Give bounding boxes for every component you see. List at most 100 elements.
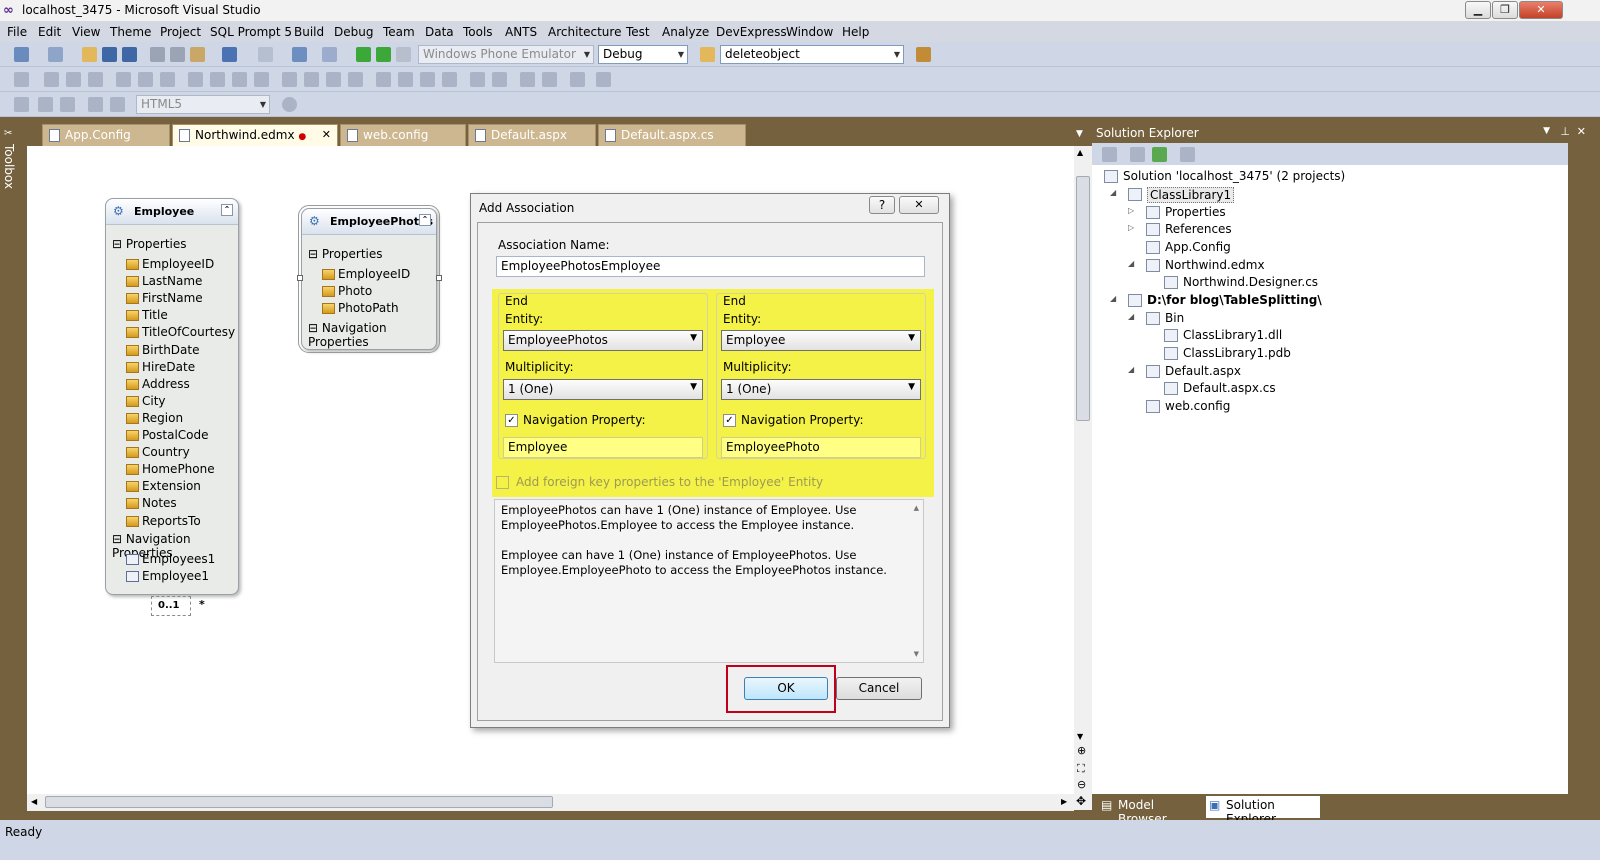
menu-data[interactable]: Data [425,25,454,39]
entity-property[interactable]: HireDate [142,360,195,374]
align-left-icon[interactable] [44,72,59,87]
entity-property[interactable]: Address [142,377,190,391]
scroll-right-icon[interactable]: ▶ [1061,797,1067,806]
ok-button[interactable]: OK [744,677,828,700]
toolbox-tab[interactable]: Toolbox [2,144,16,189]
pin-icon[interactable]: ⊥ [1560,125,1570,138]
vertical-scroll-thumb[interactable] [1076,176,1090,421]
align-top-icon[interactable] [116,72,131,87]
collapse-icon[interactable]: ⌃ [221,204,233,216]
save-all-icon[interactable] [122,47,137,62]
format-selection-icon[interactable] [88,97,103,112]
solution-tree-item[interactable]: Bin [1165,311,1184,325]
navigation-property[interactable]: Employee1 [142,569,209,583]
remove-horizontal-spacing-icon[interactable] [348,72,363,87]
zoom-to-fit-icon[interactable]: ⛶ [1077,762,1085,776]
uncomment-icon[interactable] [110,97,125,112]
open-file-icon[interactable] [82,47,97,62]
panel-menu-icon[interactable]: ▼ [1543,126,1550,136]
minimize-button[interactable]: ▁ [1465,1,1491,19]
end-left-navigation-checkbox[interactable]: ✓ [505,414,518,427]
dialog-close-button[interactable]: ✕ [899,196,939,214]
start-debugging-icon[interactable] [356,47,371,62]
tab-model-browser[interactable]: ▤ Model Browser [1098,796,1204,826]
entity-property[interactable]: Region [142,411,183,425]
entity-property[interactable]: LastName [142,274,202,288]
comment-icon[interactable] [60,97,75,112]
menu-project[interactable]: Project [160,25,201,39]
properties-section[interactable]: ⊟ Properties [308,247,383,261]
copy-icon[interactable] [170,47,185,62]
end-left-entity-select[interactable]: EmployeePhotos ▼ [503,330,703,351]
outdent-icon[interactable] [38,97,53,112]
entity-property[interactable]: Notes [142,496,177,510]
tab-default-aspx[interactable]: Default.aspx [468,124,596,146]
collapse-icon[interactable]: ⌃ [419,214,431,226]
solution-explorer-icon[interactable] [916,47,931,62]
zoom-out-icon[interactable]: ⊖ [1077,778,1086,791]
show-all-files-icon[interactable] [1130,147,1145,162]
refresh-icon[interactable] [1152,147,1167,162]
menu-tools[interactable]: Tools [463,25,493,39]
menu-help[interactable]: Help [842,25,869,39]
menu-devexpress[interactable]: DevExpress [716,25,787,39]
make-same-width-icon[interactable] [188,72,203,87]
menu-debug[interactable]: Debug [334,25,373,39]
solution-tree-item[interactable]: Solution 'localhost_3475' (2 projects) [1123,169,1345,183]
solution-tree-item[interactable]: D:\for blog\TableSplitting\ [1147,293,1322,307]
close-window-button[interactable]: ✕ [1519,1,1563,19]
indent-icon[interactable] [14,97,29,112]
entity-property[interactable]: TitleOfCourtesy [142,325,235,339]
solution-tree-item[interactable]: Default.aspx [1165,364,1241,378]
end-right-entity-select[interactable]: Employee ▼ [721,330,921,351]
entity-property[interactable]: HomePhone [142,462,215,476]
end-left-multiplicity-select[interactable]: 1 (One) ▼ [503,379,703,400]
tab-solution-explorer[interactable]: ▣ Solution Explorer [1206,796,1320,826]
tab-northwind-edmx[interactable]: Northwind.edmx ● ✕ [172,124,338,146]
scroll-down-icon[interactable]: ▼ [914,650,919,658]
designer-horizontal-scrollbar[interactable]: ◀ ▶ [27,794,1074,811]
increase-horizontal-spacing-icon[interactable] [304,72,319,87]
tab-overflow-icon[interactable]: ▼ [1076,129,1083,139]
resize-handle-right[interactable] [436,275,442,281]
toolbox-icon[interactable]: ✂ [4,128,12,139]
entity-property[interactable]: Title [142,308,168,322]
expand-icon[interactable]: ▷ [1128,206,1134,215]
align-bottom-icon[interactable] [160,72,175,87]
cut-icon[interactable] [150,47,165,62]
horizontal-scroll-thumb[interactable] [45,796,553,808]
attach-icon[interactable] [396,47,411,62]
size-to-grid-icon[interactable] [254,72,269,87]
menu-edit[interactable]: Edit [38,25,61,39]
vertical-spacing-icon[interactable] [376,72,391,87]
increase-vertical-spacing-icon[interactable] [398,72,413,87]
find-in-files-icon[interactable] [700,47,715,62]
add-item-icon[interactable] [48,47,63,62]
start-without-debugging-icon[interactable] [376,47,391,62]
entity-property[interactable]: Extension [142,479,201,493]
move-diagram-icon[interactable]: ✥ [1076,794,1086,808]
tab-order-icon[interactable] [570,72,585,87]
scroll-down-icon[interactable]: ▼ [1077,732,1083,741]
entity-property[interactable]: PostalCode [142,428,209,442]
collapse-icon[interactable]: ◢ [1128,312,1134,321]
solution-tree-item[interactable]: ClassLibrary1 [1147,187,1235,203]
new-project-icon[interactable] [14,47,29,62]
properties-icon[interactable] [1102,147,1117,162]
align-grid-icon[interactable] [14,72,29,87]
find-input[interactable]: deleteobject ▼ [720,45,904,64]
maximize-button[interactable]: ❐ [1492,1,1518,19]
platform-select[interactable]: Windows Phone Emulator ▼ [418,45,594,64]
association-name-input[interactable]: EmployeePhotosEmployee [496,256,925,277]
menu-ants[interactable]: ANTS [505,25,537,39]
check-accessibility-icon[interactable] [282,97,297,112]
navigation-property[interactable]: Employees1 [142,552,215,566]
zoom-in-icon[interactable]: ⊕ [1077,744,1086,757]
menu-build[interactable]: Build [294,25,324,39]
navigation-properties-section[interactable]: ⊟ Navigation Properties [308,321,436,349]
decrease-vertical-spacing-icon[interactable] [420,72,435,87]
end-right-multiplicity-select[interactable]: 1 (One) ▼ [721,379,921,400]
decrease-horizontal-spacing-icon[interactable] [326,72,341,87]
menu-architecture[interactable]: Architecture [548,25,621,39]
employeephotos-entity[interactable]: ⚙ EmployeePhotos ⌃ ⊟ Properties ⊟ Naviga… [298,205,440,353]
